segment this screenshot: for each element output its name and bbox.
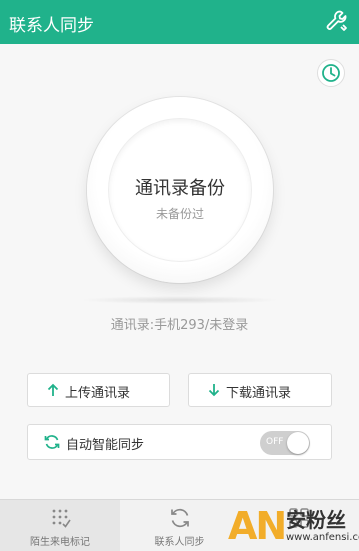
tab-stranger-call-mark[interactable]: 陌生来电标记 [0, 500, 120, 551]
watermark-url: www.anfensi.com [286, 532, 359, 543]
download-label: 下载通讯录 [226, 386, 292, 401]
watermark-brand: AN [228, 504, 287, 548]
circle-shadow [80, 296, 280, 304]
app-title: 联系人同步 [9, 16, 94, 36]
wrench-icon[interactable] [325, 9, 349, 33]
arrow-down-icon [208, 384, 220, 397]
tab-contact-sync[interactable]: 联系人同步 [120, 500, 239, 551]
refresh-icon [170, 508, 189, 528]
app-header: 联系人同步 [0, 0, 359, 44]
backup-circle-button[interactable]: 通讯录备份 未备份过 [87, 97, 273, 283]
download-contacts-button[interactable]: 下载通讯录 [188, 373, 332, 407]
auto-sync-toggle[interactable]: OFF [260, 431, 310, 455]
clock-icon [322, 64, 340, 82]
backup-title: 通讯录备份 [135, 178, 225, 199]
toggle-knob [287, 432, 309, 454]
auto-sync-row: 自动智能同步 OFF [27, 424, 332, 460]
tab-label: 联系人同步 [154, 537, 205, 548]
upload-contacts-button[interactable]: 上传通讯录 [27, 373, 170, 407]
contacts-status: 通讯录:手机293/未登录 [110, 318, 249, 333]
arrow-up-icon [47, 383, 59, 396]
toggle-off-text: OFF [266, 437, 284, 447]
watermark-name: 安粉丝 [286, 508, 346, 532]
mark-icon [52, 509, 71, 528]
backup-subtitle: 未备份过 [155, 207, 204, 221]
backup-circle-inner: 通讯录备份 未备份过 [109, 119, 251, 261]
history-button[interactable] [317, 59, 345, 87]
watermark-logo: AN 安粉丝 www.anfensi.com [228, 502, 359, 550]
upload-label: 上传通讯录 [65, 386, 131, 401]
auto-sync-label: 自动智能同步 [66, 438, 145, 453]
sync-icon [44, 435, 60, 449]
tab-label: 陌生来电标记 [30, 537, 90, 548]
